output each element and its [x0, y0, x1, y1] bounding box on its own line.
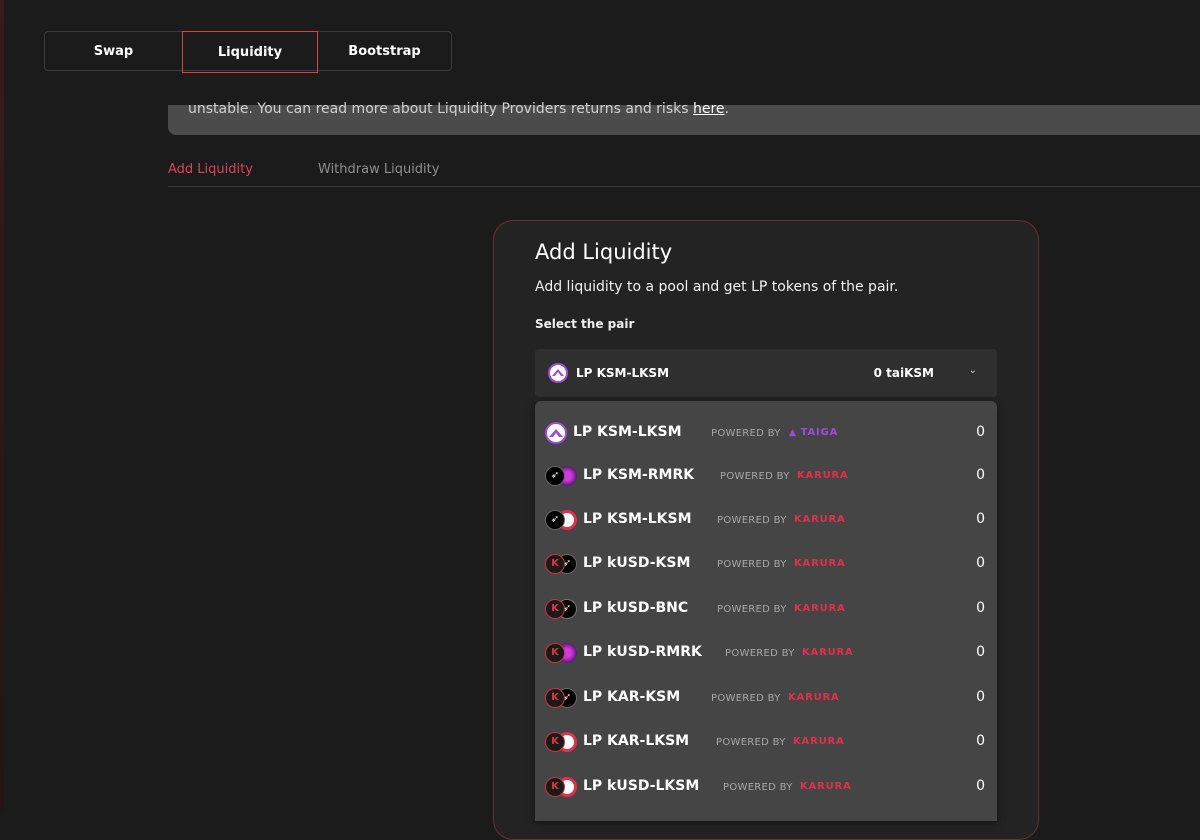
pair-option-value: 0 [976, 555, 985, 571]
taiga-brand-logo: ▲ TAIGA [789, 427, 839, 438]
pair-option-name: LP KSM-RMRK [583, 467, 695, 483]
pair-option-name: LP kUSD-LKSM [583, 778, 700, 794]
subtab-withdraw-liquidity[interactable]: Withdraw Liquidity [318, 162, 439, 177]
powered-by-label: POWERED BY [720, 471, 790, 482]
pair-option-kusd-rmrk[interactable]: K LP kUSD-RMRK POWERED BY KARURA 0 [535, 631, 997, 675]
pair-option-value: 0 [976, 424, 985, 440]
kusd-rmrk-pair-icon: K [545, 642, 577, 664]
kusd-coin-icon: K [545, 777, 565, 797]
pair-option-kar-ksm[interactable]: K ➶ LP KAR-KSM POWERED BY KARURA 0 [535, 676, 997, 720]
card-subtitle: Add liquidity to a pool and get LP token… [535, 279, 899, 295]
pair-option-name: LP KAR-KSM [583, 689, 681, 705]
karura-brand-logo: KARURA [800, 781, 852, 792]
pair-option-name: LP kUSD-BNC [583, 600, 689, 616]
pair-option-value: 0 [976, 644, 985, 660]
karura-brand-logo: KARURA [797, 470, 849, 481]
pair-option-ksm-lksm-taiga[interactable]: LP KSM-LKSM POWERED BY ▲ TAIGA 0 [535, 411, 997, 455]
powered-by-label: POWERED BY [711, 693, 781, 704]
banner-message: unstable. You can read more about Liquid… [188, 101, 693, 117]
banner-link-here[interactable]: here [693, 101, 725, 117]
pair-option-name: LP kUSD-KSM [583, 555, 691, 571]
ksm-rmrk-pair-icon: ➶ [545, 465, 577, 487]
banner-text: unstable. You can read more about Liquid… [188, 101, 729, 117]
banner-period: . [724, 101, 729, 117]
subtab-add-liquidity[interactable]: Add Liquidity [168, 162, 253, 177]
kusd-coin-icon: K [545, 643, 565, 663]
pair-option-ksm-rmrk[interactable]: ➶ LP KSM-RMRK POWERED BY KARURA 0 [535, 454, 997, 498]
kusd-lksm-pair-icon: K [545, 776, 577, 798]
pair-option-kusd-lksm[interactable]: K LP kUSD-LKSM POWERED BY KARURA 0 [535, 765, 997, 809]
pair-option-name: LP KSM-LKSM [583, 511, 692, 527]
powered-by-label: POWERED BY [723, 782, 793, 793]
selected-pair-balance: 0 taiKSM [873, 366, 934, 380]
pair-option-name: LP KAR-LKSM [583, 733, 690, 749]
powered-by-label: POWERED BY [717, 559, 787, 570]
chevron-down-icon[interactable]: ⌄ [969, 365, 977, 376]
kusd-ksm-pair-icon: K ➶ [545, 553, 577, 575]
pair-option-value: 0 [976, 467, 985, 483]
select-pair-label: Select the pair [535, 317, 635, 331]
pair-option-name: LP KSM-LKSM [573, 424, 682, 440]
main-nav: Swap Liquidity Bootstrap [44, 31, 452, 73]
info-banner: unstable. You can read more about Liquid… [168, 101, 1200, 135]
pair-option-value: 0 [976, 733, 985, 749]
window-edge [0, 0, 4, 812]
karura-brand-logo: KARURA [788, 692, 840, 703]
ksm-coin-icon: ➶ [545, 466, 565, 486]
pair-option-value: 0 [976, 511, 985, 527]
powered-by-label: POWERED BY [717, 604, 787, 615]
karura-brand-logo: KARURA [794, 558, 846, 569]
pair-select-dropdown[interactable]: LP KSM-LKSM 0 taiKSM ⌄ [535, 349, 997, 397]
taiga-brand-name: TAIGA [800, 427, 839, 438]
pair-options-list: LP KSM-LKSM POWERED BY ▲ TAIGA 0 ➶ LP KS… [535, 401, 997, 821]
kar-coin-icon: K [545, 732, 565, 752]
tab-swap[interactable]: Swap [45, 32, 182, 70]
powered-by-label: POWERED BY [717, 515, 787, 526]
pair-option-kar-lksm[interactable]: K LP KAR-LKSM POWERED BY KARURA 0 [535, 720, 997, 764]
karura-brand-logo: KARURA [794, 514, 846, 525]
kar-ksm-pair-icon: K ➶ [545, 687, 577, 709]
card-title: Add Liquidity [535, 240, 673, 264]
ksm-lksm-pair-icon: ➶ [545, 509, 577, 531]
powered-by-label: POWERED BY [725, 648, 795, 659]
karura-brand-logo: KARURA [802, 647, 854, 658]
selected-pair-name: LP KSM-LKSM [576, 366, 670, 380]
pair-option-value: 0 [976, 778, 985, 794]
liquidity-subtabs: Add Liquidity Withdraw Liquidity [168, 160, 1200, 187]
ksm-coin-icon: ➶ [545, 510, 565, 530]
tab-bootstrap[interactable]: Bootstrap [318, 32, 451, 70]
powered-by-label: POWERED BY [711, 428, 781, 439]
pair-option-value: 0 [976, 600, 985, 616]
karura-brand-logo: KARURA [793, 736, 845, 747]
taiga-lp-icon [548, 363, 568, 387]
kusd-coin-icon: K [545, 599, 565, 619]
powered-by-label: POWERED BY [716, 737, 786, 748]
pair-option-value: 0 [976, 689, 985, 705]
kusd-coin-icon: K [545, 554, 565, 574]
tab-liquidity[interactable]: Liquidity [182, 31, 318, 73]
kar-lksm-pair-icon: K [545, 731, 577, 753]
kusd-bnc-pair-icon: K ➶ [545, 598, 577, 620]
pair-option-kusd-ksm[interactable]: K ➶ LP kUSD-KSM POWERED BY KARURA 0 [535, 542, 997, 586]
pair-option-kusd-bnc[interactable]: K ➶ LP kUSD-BNC POWERED BY KARURA 0 [535, 587, 997, 631]
kar-coin-icon: K [545, 688, 565, 708]
pair-option-name: LP kUSD-RMRK [583, 644, 702, 660]
karura-brand-logo: KARURA [794, 603, 846, 614]
pair-option-ksm-lksm-karura[interactable]: ➶ LP KSM-LKSM POWERED BY KARURA 0 [535, 498, 997, 542]
